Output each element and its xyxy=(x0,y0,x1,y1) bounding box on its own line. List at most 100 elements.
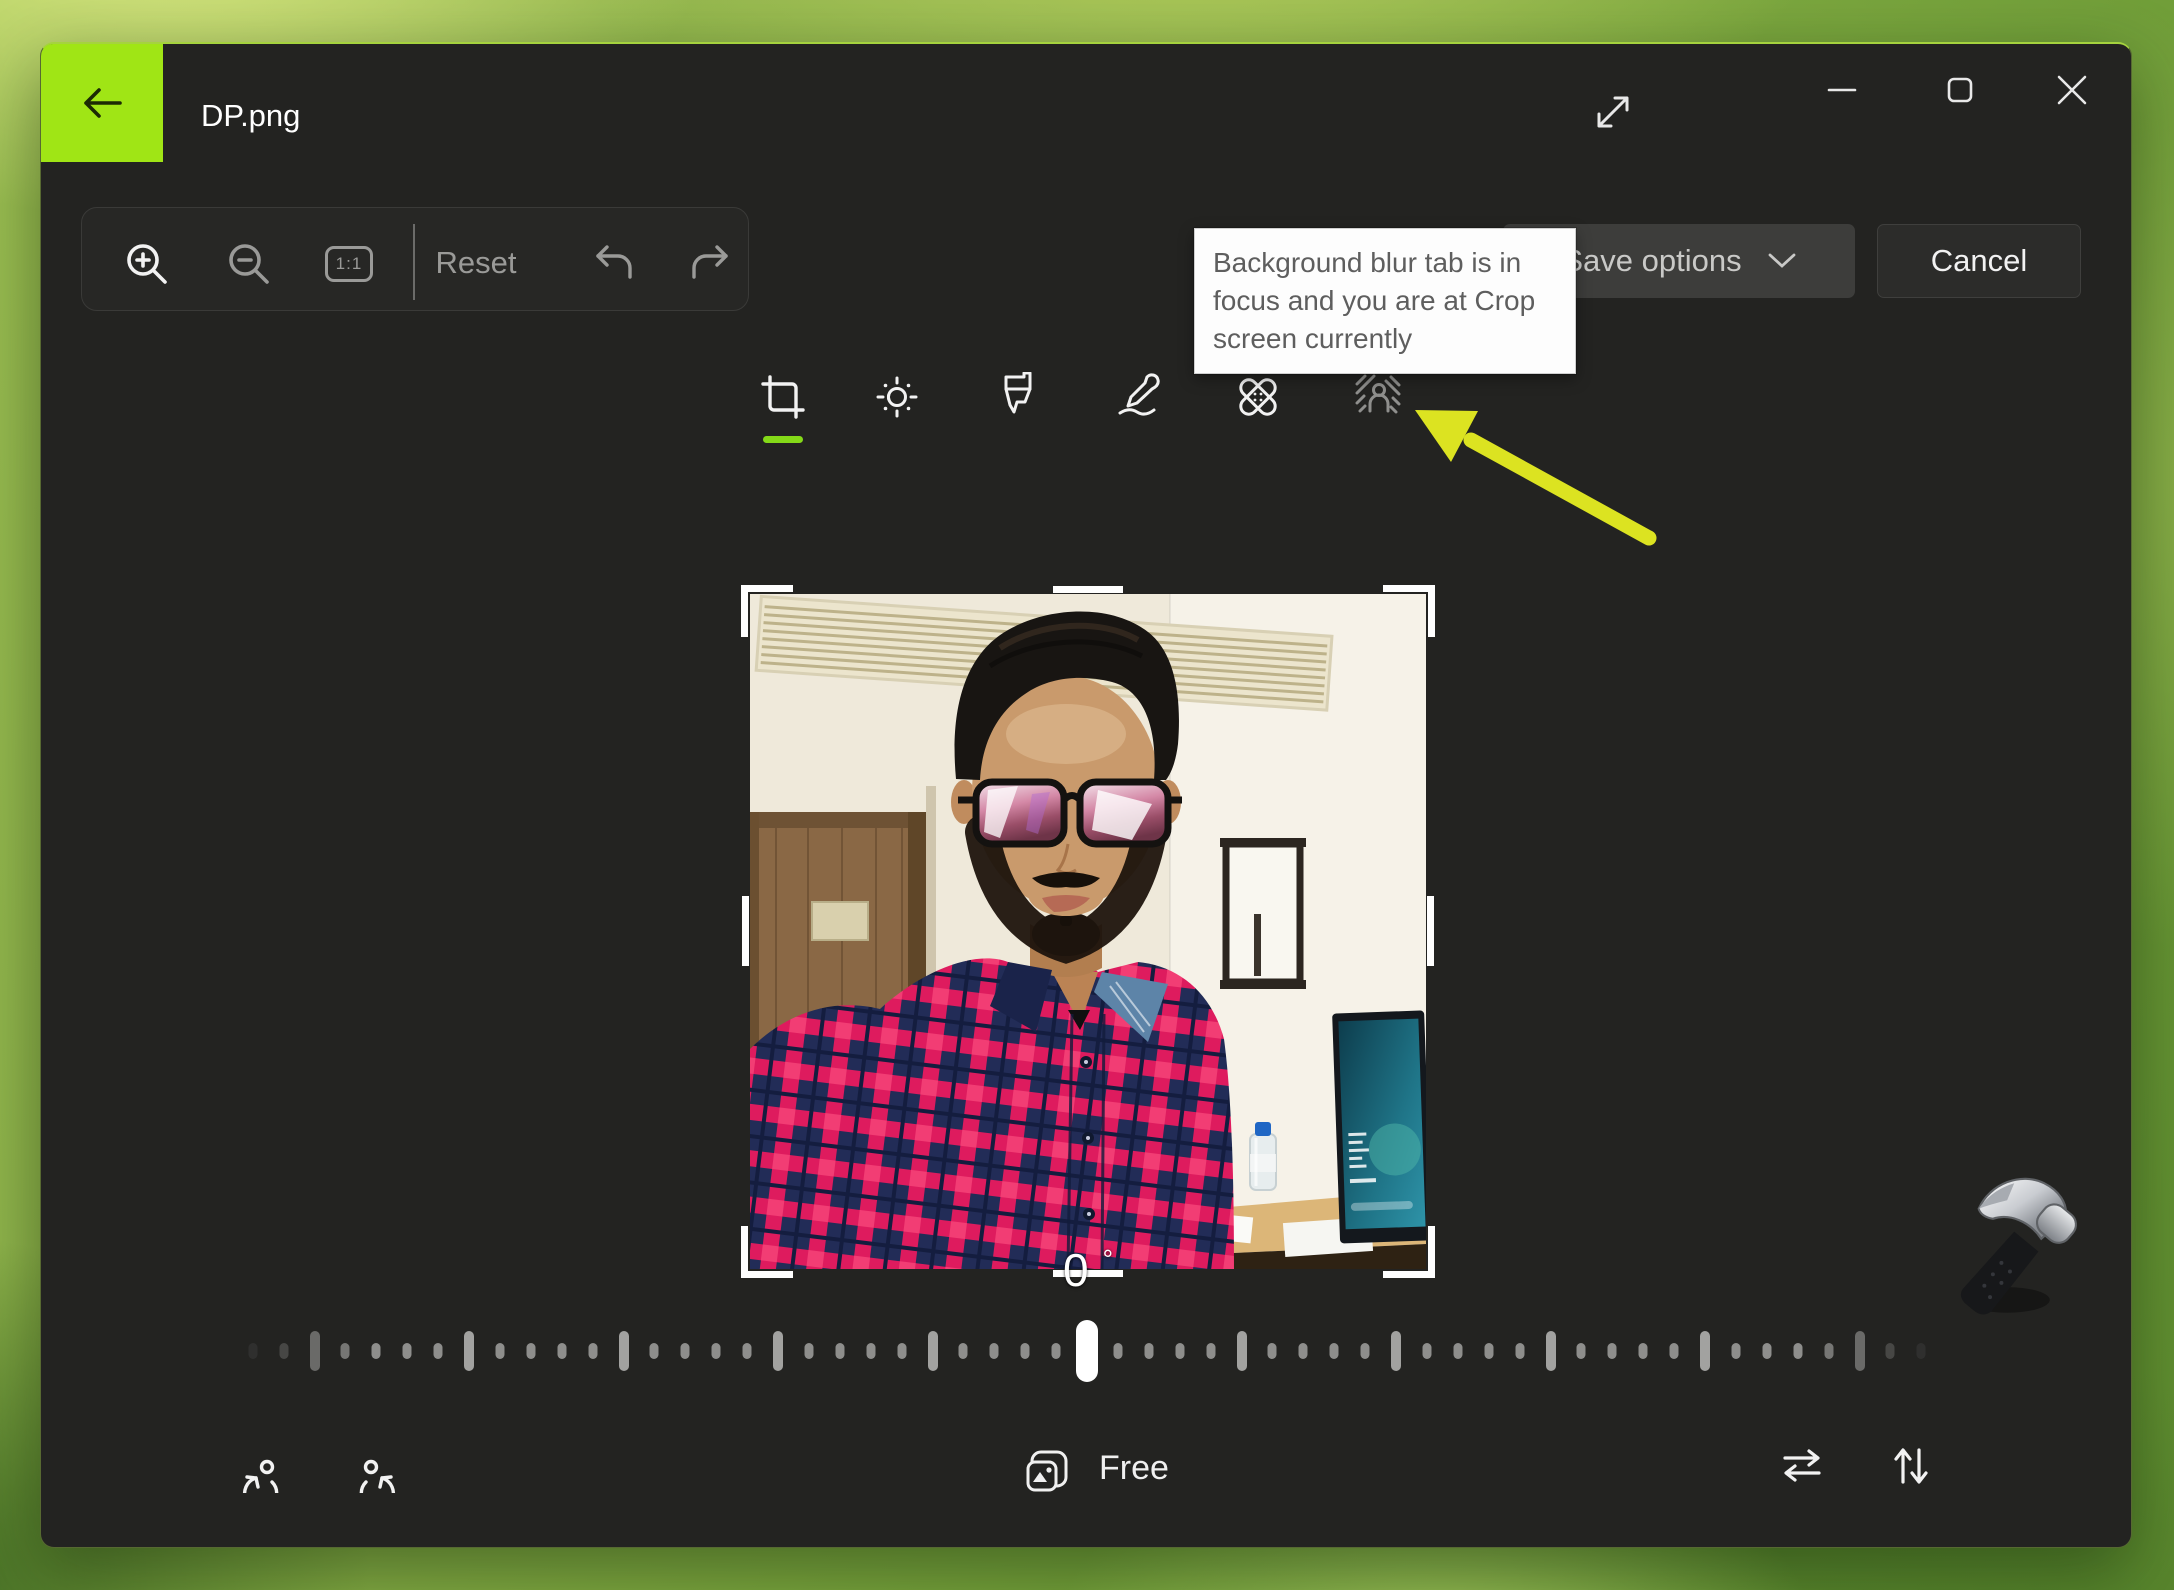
flip-horizontal-icon xyxy=(1776,1439,1828,1491)
ruler-tick xyxy=(1762,1343,1771,1359)
aspect-ratio-control[interactable]: Free xyxy=(1021,1436,1169,1500)
ruler-tick xyxy=(1391,1331,1401,1371)
rotate-ccw-icon xyxy=(241,1441,293,1493)
ruler-tick xyxy=(434,1343,443,1359)
zoom-out-button[interactable] xyxy=(214,229,284,299)
rotate-cw-icon xyxy=(345,1441,397,1493)
ruler-tick xyxy=(1361,1343,1370,1359)
ruler-tick xyxy=(712,1343,721,1359)
cancel-button[interactable]: Cancel xyxy=(1877,224,2081,298)
crop-handle-right[interactable] xyxy=(1427,896,1434,966)
ruler-tick xyxy=(681,1343,690,1359)
toolbar-divider xyxy=(413,224,415,300)
tab-retouch[interactable] xyxy=(1232,371,1284,423)
ruler-tick xyxy=(1175,1343,1184,1359)
paintbrush-icon xyxy=(992,372,1042,422)
crop-handle-left[interactable] xyxy=(742,896,749,966)
ruler-tick xyxy=(403,1343,412,1359)
ruler-tick xyxy=(526,1343,535,1359)
actual-size-button[interactable]: 1:1 xyxy=(314,229,384,299)
ruler-tick xyxy=(1670,1343,1679,1359)
tab-filter[interactable] xyxy=(991,371,1043,423)
ruler-tick xyxy=(372,1343,381,1359)
ruler-tick xyxy=(1453,1343,1462,1359)
ruler-tick xyxy=(557,1343,566,1359)
fullscreen-button[interactable] xyxy=(1581,80,1645,144)
pen-icon xyxy=(1112,372,1162,422)
rotation-slider-thumb[interactable] xyxy=(1076,1320,1098,1382)
ruler-tick xyxy=(1577,1343,1586,1359)
maximize-icon xyxy=(1937,67,1983,113)
ruler-tick xyxy=(588,1343,597,1359)
tab-adjustment[interactable] xyxy=(871,371,923,423)
close-button[interactable] xyxy=(2040,58,2104,122)
aspect-ratio-label: Free xyxy=(1099,1449,1169,1488)
crop-handle-top-left[interactable] xyxy=(741,585,793,637)
tab-background-blur[interactable] xyxy=(1352,371,1404,423)
close-icon xyxy=(2049,67,2095,113)
redo-icon xyxy=(684,236,736,288)
ruler-tick xyxy=(1268,1343,1277,1359)
ruler-tick xyxy=(1731,1343,1740,1359)
one-to-one-icon: 1:1 xyxy=(325,246,373,282)
bandage-icon xyxy=(1233,372,1283,422)
narrator-tooltip: Background blur tab is in focus and you … xyxy=(1194,228,1576,374)
ruler-tick xyxy=(1886,1343,1895,1359)
ruler-tick xyxy=(1113,1343,1122,1359)
undo-button[interactable] xyxy=(579,227,649,297)
ruler-tick xyxy=(1793,1343,1802,1359)
reset-button[interactable]: Reset xyxy=(436,245,517,281)
rotate-right-button[interactable] xyxy=(339,1435,403,1499)
tab-markup[interactable] xyxy=(1111,371,1163,423)
ruler-tick xyxy=(1700,1331,1710,1371)
crop-canvas[interactable]: 0° xyxy=(750,594,1426,1269)
ruler-tick xyxy=(1639,1343,1648,1359)
window-title: DP.png xyxy=(201,98,300,134)
redo-button[interactable] xyxy=(675,227,745,297)
ruler-tick xyxy=(773,1331,783,1371)
ruler-tick xyxy=(1237,1331,1247,1371)
minimize-button[interactable] xyxy=(1810,58,1874,122)
ruler-tick xyxy=(959,1343,968,1359)
photo-selfie xyxy=(750,594,1426,1269)
zoom-toolbar: 1:1 Reset xyxy=(81,207,749,311)
brightness-icon xyxy=(872,372,922,422)
undo-icon xyxy=(588,236,640,288)
back-arrow-icon xyxy=(76,77,128,129)
ruler-tick xyxy=(1917,1343,1926,1359)
ruler-tick xyxy=(1484,1343,1493,1359)
crop-handle-top[interactable] xyxy=(1053,586,1123,593)
ruler-tick xyxy=(1052,1343,1061,1359)
back-button[interactable] xyxy=(41,44,163,162)
rotate-left-button[interactable] xyxy=(235,1435,299,1499)
flip-horizontal-button[interactable] xyxy=(1770,1433,1834,1497)
rotation-angle-value: 0 xyxy=(1063,1244,1089,1296)
save-options-label: Save options xyxy=(1562,243,1741,279)
photos-editor-window: DP.png 1:1 xyxy=(40,42,2132,1548)
flip-vertical-button[interactable] xyxy=(1879,1434,1943,1498)
ruler-tick xyxy=(279,1343,288,1359)
ruler-tick xyxy=(743,1343,752,1359)
ruler-tick xyxy=(1824,1343,1833,1359)
ruler-tick xyxy=(650,1343,659,1359)
ruler-tick xyxy=(866,1343,875,1359)
zoom-in-icon xyxy=(120,237,174,291)
ruler-tick xyxy=(248,1343,257,1359)
hammer-cursor xyxy=(1946,1169,2091,1317)
ruler-tick xyxy=(928,1331,938,1371)
ruler-tick xyxy=(804,1343,813,1359)
ruler-tick xyxy=(1515,1343,1524,1359)
rotation-ruler[interactable] xyxy=(41,1314,2133,1388)
expand-icon xyxy=(1590,89,1636,135)
ruler-tick xyxy=(464,1331,474,1371)
ruler-tick xyxy=(1206,1343,1215,1359)
ruler-tick xyxy=(1330,1343,1339,1359)
crop-handle-top-right[interactable] xyxy=(1383,585,1435,637)
zoom-in-button[interactable] xyxy=(112,229,182,299)
chevron-down-icon xyxy=(1768,253,1796,270)
maximize-button[interactable] xyxy=(1928,58,1992,122)
selected-tab-underline xyxy=(763,436,803,443)
ruler-tick xyxy=(897,1343,906,1359)
tab-crop[interactable] xyxy=(757,371,809,423)
ruler-tick xyxy=(835,1343,844,1359)
